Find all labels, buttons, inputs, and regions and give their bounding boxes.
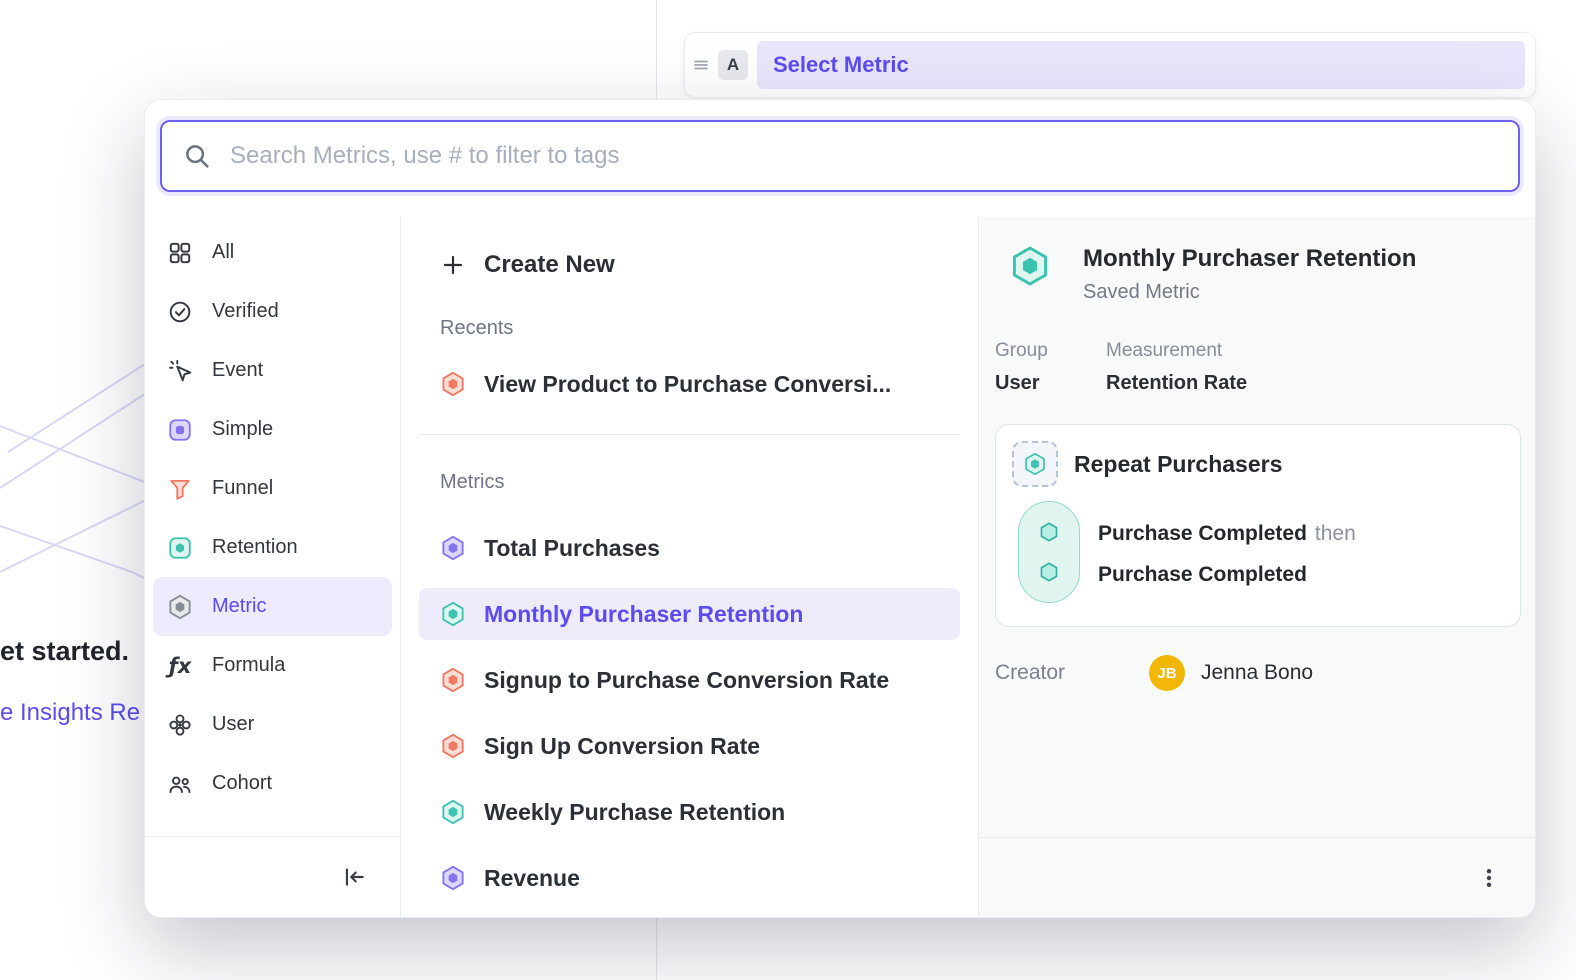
definition-title: Repeat Purchasers [1074, 451, 1282, 478]
creator-avatar: JB [1149, 655, 1185, 691]
list-divider [419, 434, 960, 435]
drag-handle-icon[interactable] [693, 57, 709, 73]
creator-name: Jenna Bono [1201, 661, 1313, 685]
funnel-metric-hex-icon [440, 371, 466, 397]
insights-report-link[interactable]: e Insights Re [0, 699, 140, 727]
detail-title: Monthly Purchaser Retention [1083, 245, 1416, 273]
sidebar-item-funnel[interactable]: Funnel [153, 459, 392, 518]
detail-meta: Group User Measurement Retention Rate [995, 340, 1267, 395]
measurement-value: Retention Rate [1106, 372, 1247, 395]
retention-metric-hex-icon [440, 601, 466, 627]
sidebar-item-simple[interactable]: Simple [153, 400, 392, 459]
sidebar-item-label: Event [212, 359, 263, 382]
create-new-label: Create New [484, 251, 615, 279]
sidebar-item-label: Verified [212, 300, 279, 323]
metric-list-column: Create New Recents View Product to Purch… [400, 217, 978, 917]
sidebar-item-label: Formula [212, 654, 285, 677]
search-bar [160, 120, 1520, 192]
metric-picker-modal: All Verified [145, 100, 1535, 917]
retention-metric-hex-icon [440, 799, 466, 825]
sidebar-item-label: All [212, 241, 234, 264]
metric-detail-panel: Monthly Purchaser Retention Saved Metric… [978, 217, 1535, 917]
sidebar-item-event[interactable]: Event [153, 341, 392, 400]
retention-icon [167, 535, 193, 561]
sidebar-item-label: Retention [212, 536, 298, 559]
collapse-sidebar-button[interactable] [334, 857, 374, 897]
funnel-metric-hex-icon [440, 733, 466, 759]
metric-row-label: Sign Up Conversion Rate [484, 733, 760, 760]
sidebar-item-user[interactable]: User [153, 695, 392, 754]
group-label: Group [995, 340, 1086, 362]
sidebar-item-retention[interactable]: Retention [153, 518, 392, 577]
metric-row-label: Monthly Purchaser Retention [484, 601, 803, 628]
metric-row-label: Total Purchases [484, 535, 660, 562]
modal-columns: All Verified [145, 217, 1535, 917]
creator-row: Creator JB Jenna Bono [995, 655, 1313, 691]
metric-row-label: Revenue [484, 865, 580, 892]
metric-row-label: Weekly Purchase Retention [484, 799, 785, 826]
definition-icon-box [1012, 441, 1058, 487]
simple-metric-hex-icon [440, 535, 466, 561]
metric-row-revenue[interactable]: Revenue [419, 852, 960, 904]
sidebar-footer [145, 836, 400, 917]
search-input[interactable] [228, 141, 1498, 171]
vertical-ellipsis-icon [1477, 866, 1501, 890]
recent-metric-row[interactable]: View Product to Purchase Conversi... [419, 358, 960, 410]
metric-selector-bar: A Select Metric [685, 33, 1535, 97]
retention-metric-hex-icon [1023, 452, 1047, 476]
metric-row-label: View Product to Purchase Conversi... [484, 371, 891, 398]
select-metric-field[interactable]: Select Metric [757, 41, 1525, 89]
user-flower-icon [167, 712, 193, 738]
sidebar-item-label: Cohort [212, 772, 272, 795]
sidebar-item-verified[interactable]: Verified [153, 282, 392, 341]
creator-label: Creator [995, 661, 1149, 685]
search-icon [182, 141, 212, 171]
sidebar-item-label: Simple [212, 418, 273, 441]
metric-row-weekly-purchase-retention[interactable]: Weekly Purchase Retention [419, 786, 960, 838]
simple-metric-hex-icon [440, 865, 466, 891]
detail-footer [979, 837, 1535, 917]
sidebar-item-formula[interactable]: ƒx Formula [153, 636, 392, 695]
cohort-people-icon [167, 771, 193, 797]
metric-row-monthly-purchaser-retention[interactable]: Monthly Purchaser Retention [419, 588, 960, 640]
event-cursor-icon [167, 358, 193, 384]
screen: et started. e Insights Re A Select Metri… [0, 0, 1576, 980]
definition-step: Purchase Completed [1098, 554, 1356, 595]
recents-heading: Recents [440, 317, 960, 340]
detail-header: Monthly Purchaser Retention Saved Metric [1009, 245, 1416, 304]
metric-row-total-purchases[interactable]: Total Purchases [419, 522, 960, 574]
formula-icon: ƒx [167, 653, 193, 679]
definition-step: Purchase Completed then [1098, 513, 1356, 554]
grid-icon [167, 240, 193, 266]
create-new-button[interactable]: Create New [419, 239, 960, 291]
sidebar-item-all[interactable]: All [153, 223, 392, 282]
sidebar-item-label: Funnel [212, 477, 273, 500]
verified-badge-icon [167, 299, 193, 325]
metric-row-label: Signup to Purchase Conversion Rate [484, 667, 889, 694]
retention-metric-hex-icon [1009, 245, 1051, 287]
simple-metric-icon [167, 417, 193, 443]
metric-block-letter: A [718, 50, 748, 80]
filter-sidebar: All Verified [145, 217, 400, 917]
metric-row-signup-to-purchase[interactable]: Signup to Purchase Conversion Rate [419, 654, 960, 706]
step-hex-icon [1038, 521, 1060, 543]
get-started-text: et started. [0, 636, 129, 667]
funnel-metric-hex-icon [440, 667, 466, 693]
sidebar-item-label: User [212, 713, 254, 736]
funnel-icon [167, 476, 193, 502]
metric-row-signup-conversion[interactable]: Sign Up Conversion Rate [419, 720, 960, 772]
sidebar-item-metric[interactable]: Metric [153, 577, 392, 636]
retention-steps-pill [1018, 501, 1080, 603]
metrics-heading: Metrics [440, 471, 960, 494]
more-options-button[interactable] [1469, 858, 1509, 898]
sidebar-item-cohort[interactable]: Cohort [153, 754, 392, 813]
metric-definition-card: Repeat Purchasers Purchase Completed [995, 424, 1521, 627]
plus-icon [440, 252, 466, 278]
metric-hexagon-icon [167, 594, 193, 620]
sidebar-item-label: Metric [212, 595, 266, 618]
detail-type: Saved Metric [1083, 281, 1416, 304]
group-value: User [995, 372, 1086, 395]
measurement-label: Measurement [1106, 340, 1247, 362]
step-hex-icon [1038, 561, 1060, 583]
